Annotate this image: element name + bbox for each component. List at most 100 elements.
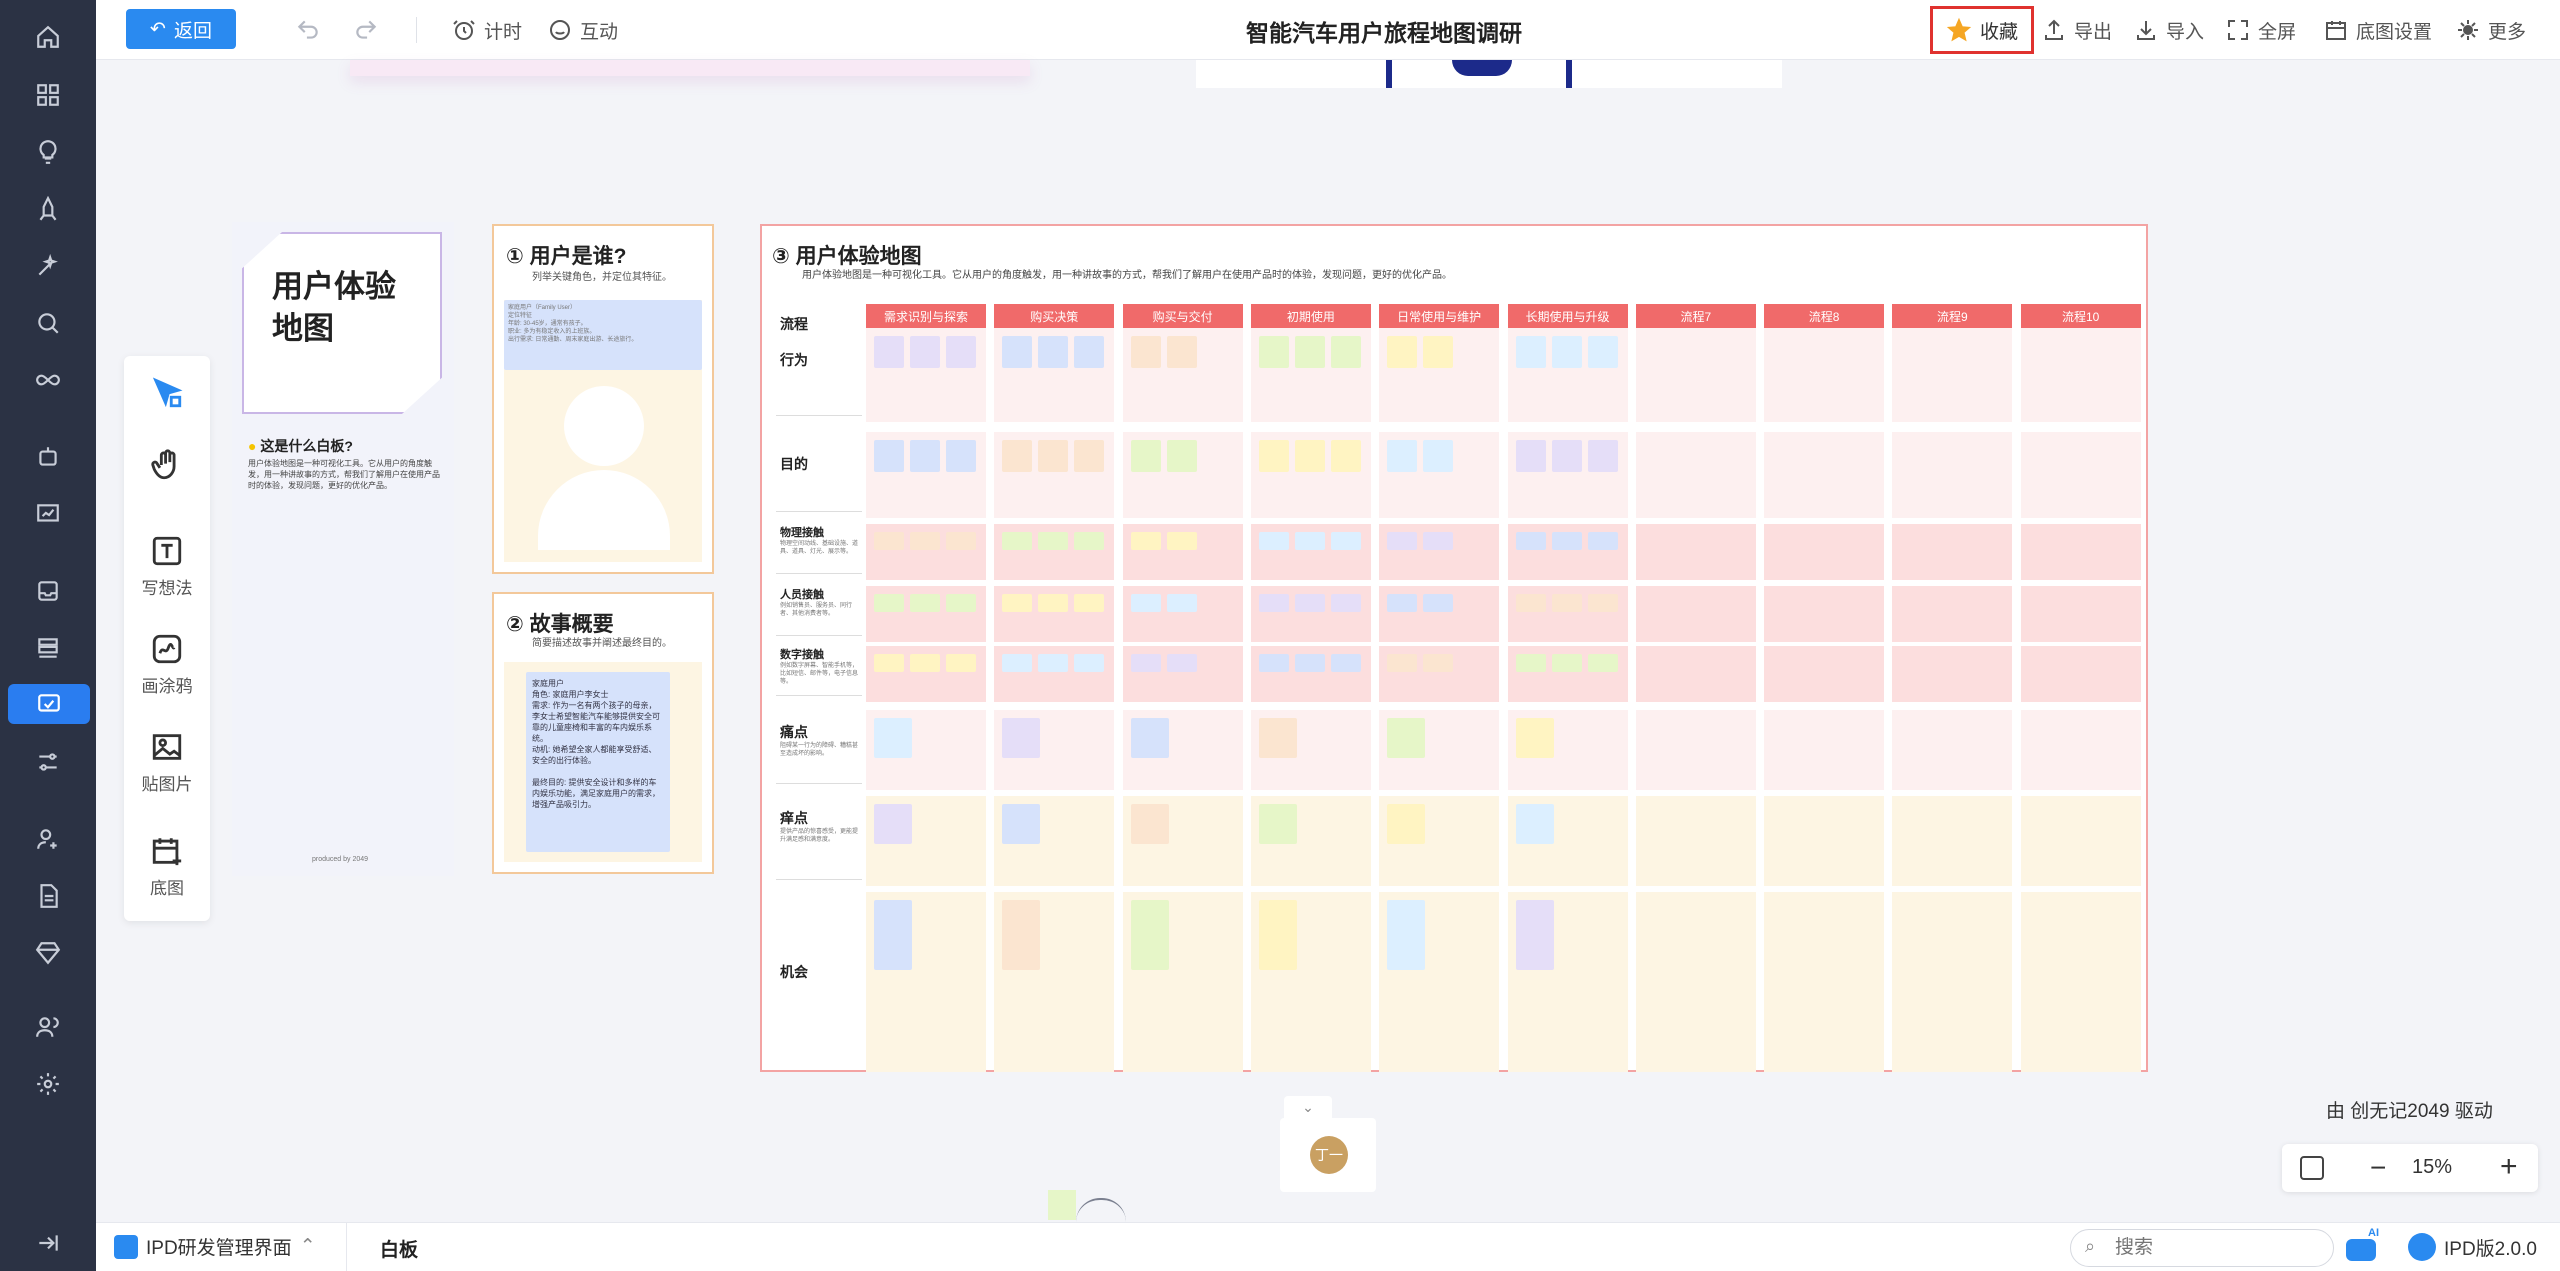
map-cell[interactable] xyxy=(1635,524,1756,580)
export-button[interactable]: 导出 xyxy=(2042,15,2112,45)
sticky-note[interactable] xyxy=(1258,532,1289,550)
board-tab[interactable]: 白板 xyxy=(380,1235,418,1262)
whiteboard-icon[interactable] xyxy=(8,684,90,724)
sticky-note[interactable] xyxy=(1423,336,1454,368)
map-cell[interactable] xyxy=(1764,892,1885,1072)
sticky-note[interactable] xyxy=(1166,440,1197,472)
sticky-note[interactable] xyxy=(874,718,912,758)
stage-header[interactable]: 流程9 xyxy=(1892,304,2013,328)
avatar[interactable]: 丁一 xyxy=(1310,1136,1348,1174)
sticky-note[interactable] xyxy=(1423,440,1454,472)
team-icon[interactable] xyxy=(29,1008,67,1046)
collapse-sidebar-icon[interactable] xyxy=(29,1224,67,1262)
timer-button[interactable]: 计时 xyxy=(452,15,522,45)
map-cell[interactable] xyxy=(1635,796,1756,886)
sticky-note[interactable] xyxy=(874,440,904,472)
zoom-out-icon[interactable]: − xyxy=(2370,1152,2386,1184)
sticky-note[interactable] xyxy=(1038,440,1069,472)
sticky-note[interactable] xyxy=(1074,440,1105,472)
sticky-note[interactable] xyxy=(1038,336,1069,368)
sticky-note[interactable] xyxy=(1038,532,1069,550)
zoom-in-icon[interactable]: + xyxy=(2500,1150,2518,1184)
map-cell[interactable] xyxy=(1892,586,2013,642)
stage-header[interactable]: 初期使用 xyxy=(1250,304,1371,328)
sticky-note[interactable] xyxy=(946,440,976,472)
sticky-note[interactable] xyxy=(910,654,940,672)
sticky-note[interactable] xyxy=(910,336,940,368)
map-cell[interactable] xyxy=(1892,892,2013,1072)
map-cell[interactable] xyxy=(1764,796,1885,886)
sticky-note[interactable] xyxy=(1515,804,1554,844)
map-cell[interactable] xyxy=(1764,586,1885,642)
sticky-note[interactable] xyxy=(1130,532,1161,550)
stage-header[interactable]: 购买与交付 xyxy=(1122,304,1243,328)
stage-header[interactable]: 日常使用与维护 xyxy=(1379,304,1500,328)
sticky-note[interactable] xyxy=(1130,594,1161,612)
sticky-note[interactable] xyxy=(874,532,904,550)
robot-icon[interactable] xyxy=(29,438,67,476)
sticky-note[interactable] xyxy=(1166,336,1197,368)
favorite-button[interactable]: 收藏 xyxy=(1930,6,2034,54)
sticky-note[interactable] xyxy=(1387,804,1426,844)
redo-icon[interactable] xyxy=(350,14,382,46)
stage-header[interactable]: 流程8 xyxy=(1764,304,1885,328)
sticky-note[interactable] xyxy=(1387,654,1418,672)
search-input[interactable] xyxy=(2115,1236,2315,1260)
sticky-note[interactable] xyxy=(1330,336,1361,368)
map-cell[interactable] xyxy=(2020,432,2141,518)
undo-icon[interactable] xyxy=(292,14,324,46)
home-icon[interactable] xyxy=(29,18,67,56)
sticky-note[interactable] xyxy=(1258,900,1297,970)
map-cell[interactable] xyxy=(1764,646,1885,702)
map-cell[interactable] xyxy=(1892,710,2013,790)
intro-card[interactable]: 用户体验地图 ● 这是什么白板? 用户体验地图是一种可视化工具。它从用户的角度触… xyxy=(232,222,454,876)
write-idea-tool[interactable]: 写想法 xyxy=(124,534,210,599)
sticky-note[interactable] xyxy=(1130,336,1161,368)
sticky-note[interactable] xyxy=(946,654,976,672)
map-cell[interactable] xyxy=(1764,328,1885,422)
map-cell[interactable] xyxy=(1892,646,2013,702)
story-note[interactable]: 家庭用户 角色: 家庭用户李女士 需求: 作为一名有两个孩子的母亲，李女士希望智… xyxy=(526,672,670,852)
sticky-note[interactable] xyxy=(1587,336,1618,368)
sticky-note[interactable] xyxy=(1258,654,1289,672)
sticky-note[interactable] xyxy=(1258,804,1297,844)
apps-grid-icon[interactable] xyxy=(29,76,67,114)
sticky-note[interactable] xyxy=(874,900,912,970)
sticky-note[interactable] xyxy=(1330,594,1361,612)
sticky-note[interactable] xyxy=(1038,594,1069,612)
sticky-note[interactable] xyxy=(1387,440,1418,472)
map-cell[interactable] xyxy=(1635,710,1756,790)
experience-map-card[interactable]: ③ 用户体验地图 用户体验地图是一种可视化工具。它从用户的角度触发，用一种讲故事… xyxy=(760,224,2148,1072)
stage-header[interactable]: 需求识别与探索 xyxy=(866,304,986,328)
sticky-note[interactable] xyxy=(1387,594,1418,612)
map-cell[interactable] xyxy=(2020,646,2141,702)
map-cell[interactable] xyxy=(2020,586,2141,642)
sticky-note[interactable] xyxy=(910,532,940,550)
stage-header[interactable]: 流程7 xyxy=(1635,304,1756,328)
sticky-note[interactable] xyxy=(1130,804,1169,844)
map-cell[interactable] xyxy=(2020,892,2141,1072)
sticky-note[interactable] xyxy=(1294,336,1325,368)
sticky-note[interactable] xyxy=(1551,532,1582,550)
sticky-note[interactable] xyxy=(1294,532,1325,550)
map-cell[interactable] xyxy=(1635,432,1756,518)
sticky-note[interactable] xyxy=(1515,718,1554,758)
sticky-note[interactable] xyxy=(910,440,940,472)
sticky-note[interactable] xyxy=(946,336,976,368)
rocket-icon[interactable] xyxy=(29,190,67,228)
layers-icon[interactable] xyxy=(29,629,67,667)
stage-header[interactable]: 流程10 xyxy=(2020,304,2141,328)
sticky-note[interactable] xyxy=(1002,440,1033,472)
sticky-note[interactable] xyxy=(1515,654,1546,672)
sticky-note[interactable] xyxy=(1002,900,1041,970)
sticky-note[interactable] xyxy=(1551,654,1582,672)
map-cell[interactable] xyxy=(1764,524,1885,580)
sticky-note[interactable] xyxy=(946,532,976,550)
sticky-note[interactable] xyxy=(1330,654,1361,672)
doodle-tool[interactable]: 画涂鸦 xyxy=(124,632,210,697)
sticky-note[interactable] xyxy=(1258,336,1289,368)
fullscreen-button[interactable]: 全屏 xyxy=(2226,15,2296,45)
sticky-note[interactable] xyxy=(1258,440,1289,472)
sticky-note[interactable] xyxy=(1002,336,1033,368)
map-cell[interactable] xyxy=(1892,796,2013,886)
